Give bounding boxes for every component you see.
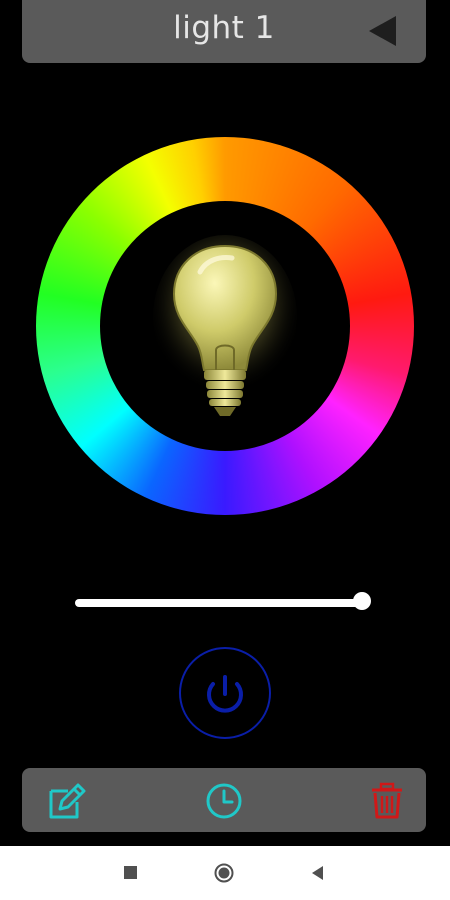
circle-icon[interactable]	[214, 863, 234, 883]
square-icon[interactable]	[121, 863, 141, 883]
clock-icon[interactable]	[205, 782, 243, 820]
power-icon	[207, 675, 243, 713]
power-button[interactable]	[178, 646, 272, 740]
bottom-toolbar	[22, 768, 426, 832]
back-triangle-icon[interactable]	[366, 14, 400, 48]
header-bar: light 1	[22, 0, 426, 63]
slider-thumb[interactable]	[353, 592, 372, 610]
triangle-back-icon[interactable]	[308, 863, 328, 883]
trash-icon[interactable]	[368, 782, 406, 820]
edit-icon[interactable]	[48, 782, 86, 820]
brightness-slider[interactable]	[75, 592, 380, 614]
system-nav-bar	[0, 846, 450, 900]
color-picker	[36, 137, 414, 515]
light-control-screen: light 1	[0, 0, 450, 900]
light-bulb-icon	[153, 235, 297, 416]
slider-track	[75, 599, 363, 607]
